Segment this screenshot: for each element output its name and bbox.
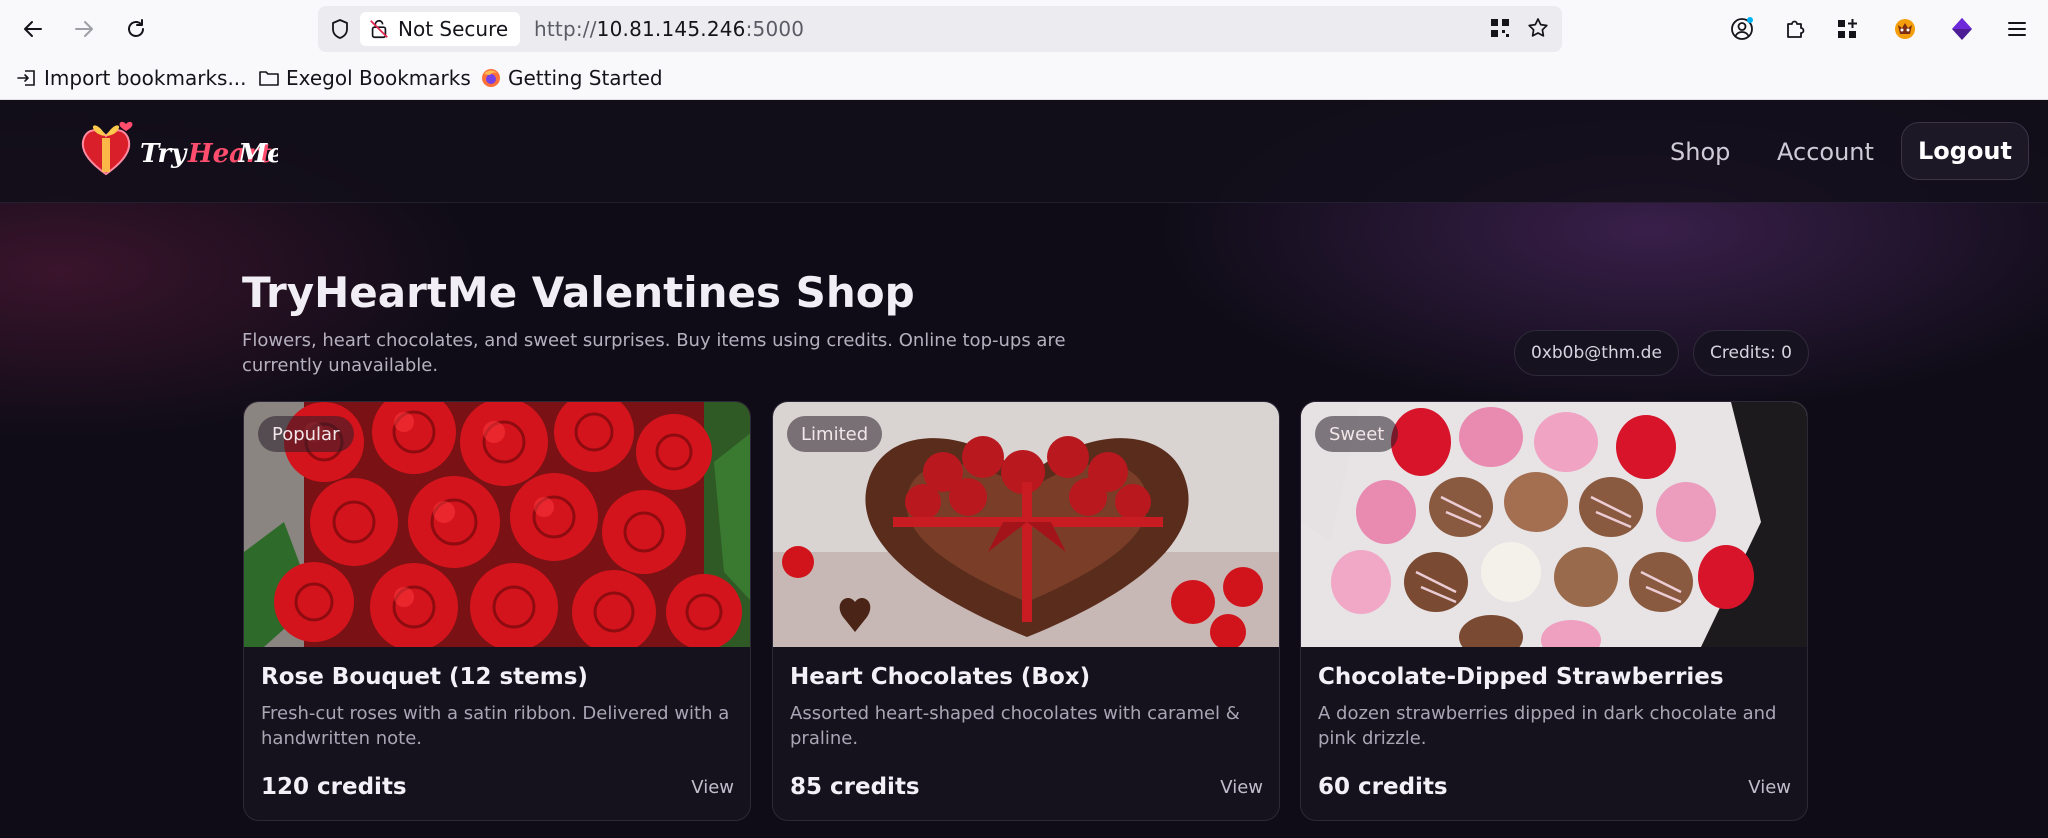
- shield-icon[interactable]: [328, 17, 352, 41]
- product-card-heart-chocolates[interactable]: Limited Heart Chocolates (Box) Assorted …: [772, 401, 1280, 821]
- import-icon: [17, 70, 35, 86]
- product-description: A dozen strawberries dipped in dark choc…: [1318, 703, 1777, 749]
- extension-fox-button[interactable]: [1887, 12, 1923, 46]
- bookmarks-bar: Import bookmarks... Exegol Bookmarks Get…: [0, 58, 2048, 100]
- product-name: Chocolate-Dipped Strawberries: [1318, 664, 1724, 690]
- user-email-badge: 0xb0b@thm.de: [1514, 330, 1679, 376]
- star-icon[interactable]: [1526, 16, 1550, 40]
- extension-cube-button[interactable]: [1944, 12, 1980, 46]
- url-port: :5000: [745, 17, 805, 41]
- grid-plus-icon: [1838, 19, 1857, 38]
- bookmark-label: Import bookmarks...: [44, 66, 247, 90]
- svg-text:Try: Try: [140, 139, 188, 169]
- product-description: Assorted heart-shaped chocolates with ca…: [790, 703, 1240, 749]
- bookmark-exegol[interactable]: Exegol Bookmarks: [258, 66, 471, 90]
- product-price: 85 credits: [790, 774, 920, 800]
- product-badge: Limited: [787, 416, 883, 452]
- extensions-button[interactable]: [1777, 12, 1813, 46]
- browser-toolbar: Not Secure http://10.81.145.246:5000: [0, 0, 2048, 58]
- arrow-left-icon: [24, 21, 42, 37]
- product-image-chocolates[interactable]: Limited: [773, 402, 1279, 647]
- cube-extension-icon: [1952, 18, 1972, 40]
- lock-slash-icon: [370, 19, 388, 39]
- reload-icon: [128, 19, 144, 37]
- folder-icon: [259, 71, 279, 86]
- site-logo[interactable]: Try Heart Me: [78, 114, 284, 186]
- page-subtitle: Flowers, heart chocolates, and sweet sur…: [242, 330, 1066, 376]
- product-image-strawberries[interactable]: Sweet: [1301, 402, 1807, 647]
- nav-account-link[interactable]: Account: [1777, 138, 1874, 166]
- url-host: 10.81.145.246: [596, 17, 746, 41]
- site-header: Try Heart Me Shop Account Logout: [0, 100, 2048, 203]
- product-description: Fresh-cut roses with a satin ribbon. Del…: [261, 703, 730, 749]
- bookmark-label: Getting Started: [508, 66, 663, 90]
- firefox-icon: [482, 69, 500, 87]
- page-title: TryHeartMe Valentines Shop: [242, 268, 915, 317]
- gift-heart-logo-icon: Try Heart Me: [81, 121, 284, 176]
- bookmark-label: Exegol Bookmarks: [286, 66, 471, 90]
- arrow-right-icon: [75, 21, 93, 37]
- url-text[interactable]: http://10.81.145.246:5000: [534, 17, 804, 41]
- forward-button[interactable]: [67, 12, 101, 46]
- security-indicator[interactable]: Not Secure: [360, 12, 521, 46]
- product-badge: Popular: [258, 416, 354, 452]
- nav-shop-link[interactable]: Shop: [1670, 138, 1730, 166]
- account-icon: [1731, 17, 1753, 40]
- view-product-link[interactable]: View: [1220, 777, 1263, 798]
- product-name: Heart Chocolates (Box): [790, 664, 1091, 690]
- bookmark-getting-started[interactable]: Getting Started: [480, 66, 663, 90]
- reload-button[interactable]: [119, 12, 153, 46]
- product-image-roses[interactable]: Popular: [244, 402, 750, 647]
- page-content: Try Heart Me Shop Account Logout TryHear…: [0, 100, 2048, 838]
- logout-button[interactable]: Logout: [1901, 122, 2029, 180]
- svg-text:Me: Me: [237, 139, 278, 169]
- product-price: 60 credits: [1318, 774, 1448, 800]
- menu-button[interactable]: [1999, 12, 2035, 46]
- qr-code-icon[interactable]: [1488, 16, 1512, 40]
- hamburger-menu-icon: [2008, 22, 2026, 36]
- product-card-rose-bouquet[interactable]: Popular Rose Bouquet (12 stems) Fresh-cu…: [243, 401, 751, 821]
- puzzle-icon: [1787, 20, 1805, 38]
- security-label: Not Secure: [398, 17, 509, 41]
- back-button[interactable]: [16, 12, 50, 46]
- product-price: 120 credits: [261, 774, 407, 800]
- view-product-link[interactable]: View: [691, 777, 734, 798]
- bookmark-import[interactable]: Import bookmarks...: [16, 66, 247, 90]
- product-badge: Sweet: [1315, 416, 1399, 452]
- address-bar[interactable]: Not Secure http://10.81.145.246:5000: [318, 6, 1562, 52]
- credits-badge: Credits: 0: [1693, 330, 1809, 376]
- product-card-strawberries[interactable]: Sweet Chocolate-Dipped Strawberries A do…: [1300, 401, 1808, 821]
- account-button[interactable]: [1724, 12, 1760, 46]
- view-product-link[interactable]: View: [1748, 777, 1791, 798]
- url-scheme: http://: [534, 17, 597, 41]
- fox-extension-icon: [1895, 19, 1915, 39]
- product-name: Rose Bouquet (12 stems): [261, 664, 588, 690]
- apps-button[interactable]: [1829, 12, 1865, 46]
